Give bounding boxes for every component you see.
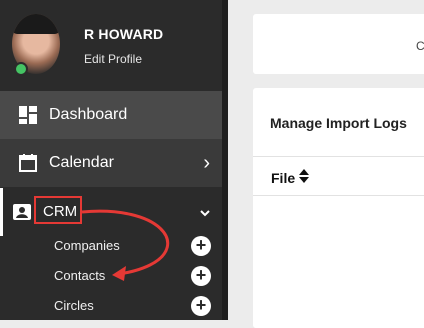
add-circles-button[interactable]: + [191, 296, 211, 316]
panel-title: Manage Import Logs [270, 115, 407, 131]
add-companies-button[interactable]: + [191, 236, 211, 256]
column-header-file[interactable]: File [271, 170, 295, 186]
top-card-text: C [416, 39, 424, 53]
edit-profile-link[interactable]: Edit Profile [84, 52, 142, 66]
top-card [253, 14, 424, 74]
chevron-down-icon [200, 204, 210, 220]
sidebar-item-crm-label: CRM [43, 203, 78, 220]
dashboard-icon [19, 106, 37, 124]
divider [253, 195, 424, 196]
submenu-item-circles[interactable]: Circles [54, 298, 94, 313]
sidebar-scrollbar[interactable] [222, 0, 228, 320]
submenu-item-contacts[interactable]: Contacts [54, 268, 105, 283]
profile-name: R HOWARD [84, 26, 164, 42]
contact-card-icon [13, 204, 31, 220]
sidebar-item-label: Dashboard [49, 106, 128, 123]
sidebar-item-calendar[interactable]: Calendar › [0, 139, 222, 187]
sidebar-item-label: Calendar [49, 154, 114, 171]
chevron-right-icon: › [203, 151, 210, 174]
active-indicator [0, 188, 3, 236]
profile-block: R HOWARD Edit Profile [0, 0, 222, 90]
divider [253, 156, 424, 157]
sort-icon[interactable] [298, 168, 310, 184]
submenu-item-companies[interactable]: Companies [54, 238, 120, 253]
sidebar-item-dashboard[interactable]: Dashboard [0, 91, 222, 139]
calendar-icon [19, 154, 37, 172]
add-contacts-button[interactable]: + [191, 266, 211, 286]
online-status-dot [14, 62, 28, 76]
